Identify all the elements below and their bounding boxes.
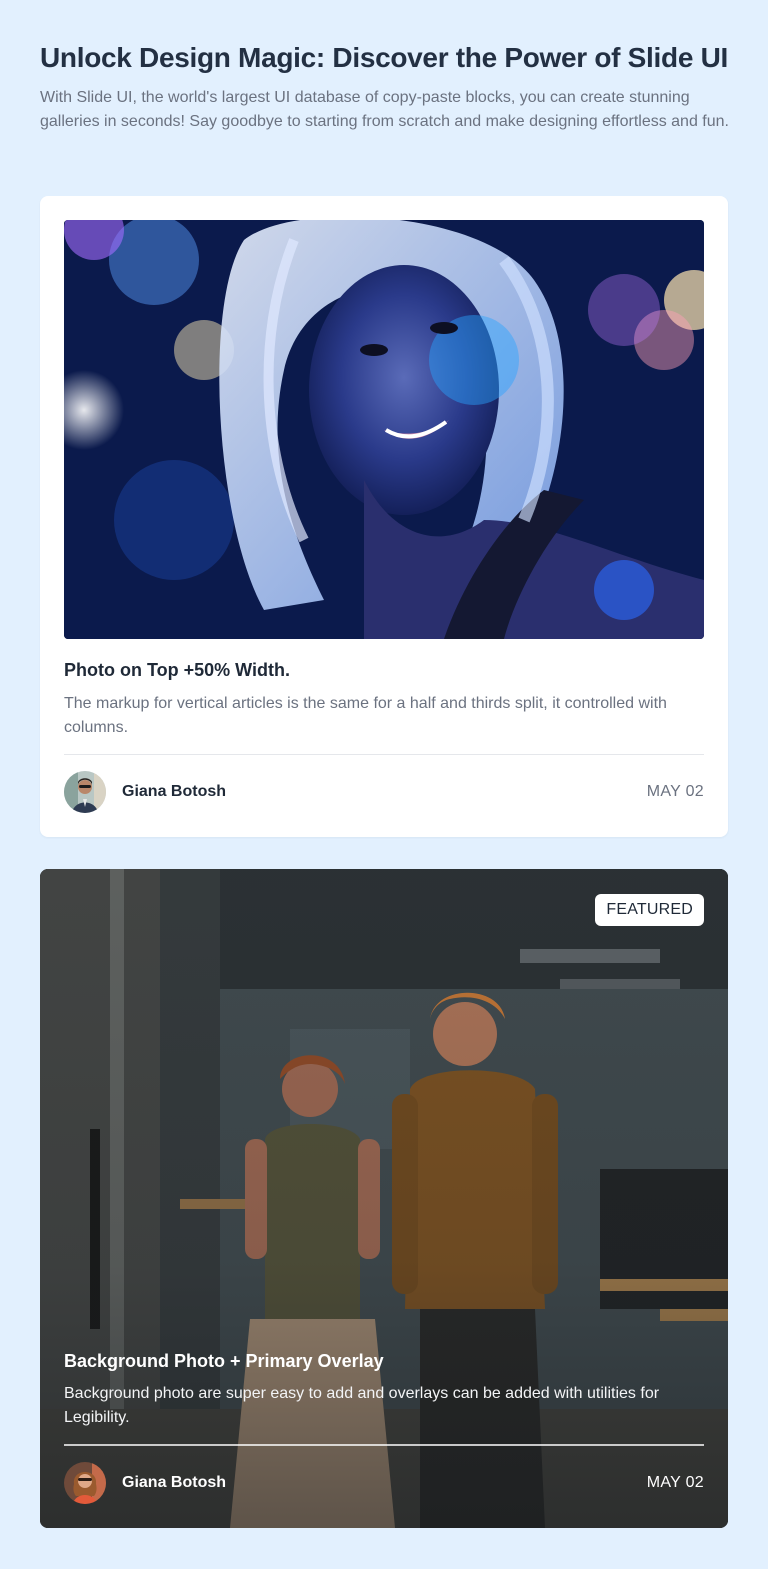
article-divider — [64, 1444, 704, 1446]
article-title[interactable]: Photo on Top +50% Width. — [64, 658, 704, 682]
author-avatar[interactable] — [64, 771, 106, 813]
neon-portrait-image — [64, 220, 704, 639]
avatar-image — [64, 1462, 106, 1504]
article-description: The markup for vertical articles is the … — [64, 695, 667, 736]
featured-badge: FEATURED — [595, 894, 704, 926]
article-divider — [64, 754, 704, 755]
page-subtitle: With Slide UI, the world's largest UI da… — [40, 89, 729, 130]
article-date: MAY 02 — [646, 783, 704, 800]
article-meta: Giana Botosh MAY 02 — [64, 770, 704, 814]
author-avatar[interactable] — [64, 1462, 106, 1504]
page-title: Unlock Design Magic: Discover the Power … — [40, 42, 728, 73]
author-name[interactable]: Giana Botosh — [122, 783, 226, 801]
author-name[interactable]: Giana Botosh — [122, 1474, 226, 1492]
article-photo-neon-portrait[interactable] — [64, 220, 704, 639]
article-card-background-photo[interactable]: FEATURED Background Photo + Primary Over… — [40, 869, 728, 1528]
article-card-photo-top[interactable]: Photo on Top +50% Width. The markup for … — [40, 196, 728, 837]
article-date: MAY 02 — [646, 1474, 704, 1491]
author-info[interactable]: Giana Botosh — [64, 771, 226, 813]
avatar-image — [64, 771, 106, 813]
article-meta: Giana Botosh MAY 02 — [64, 1461, 704, 1505]
author-info[interactable]: Giana Botosh — [64, 1462, 226, 1504]
page: Unlock Design Magic: Discover the Power … — [0, 0, 768, 1569]
page-header: Unlock Design Magic: Discover the Power … — [40, 40, 730, 134]
article-title[interactable]: Background Photo + Primary Overlay — [64, 1349, 704, 1373]
article-description: Background photo are super easy to add a… — [64, 1385, 660, 1426]
